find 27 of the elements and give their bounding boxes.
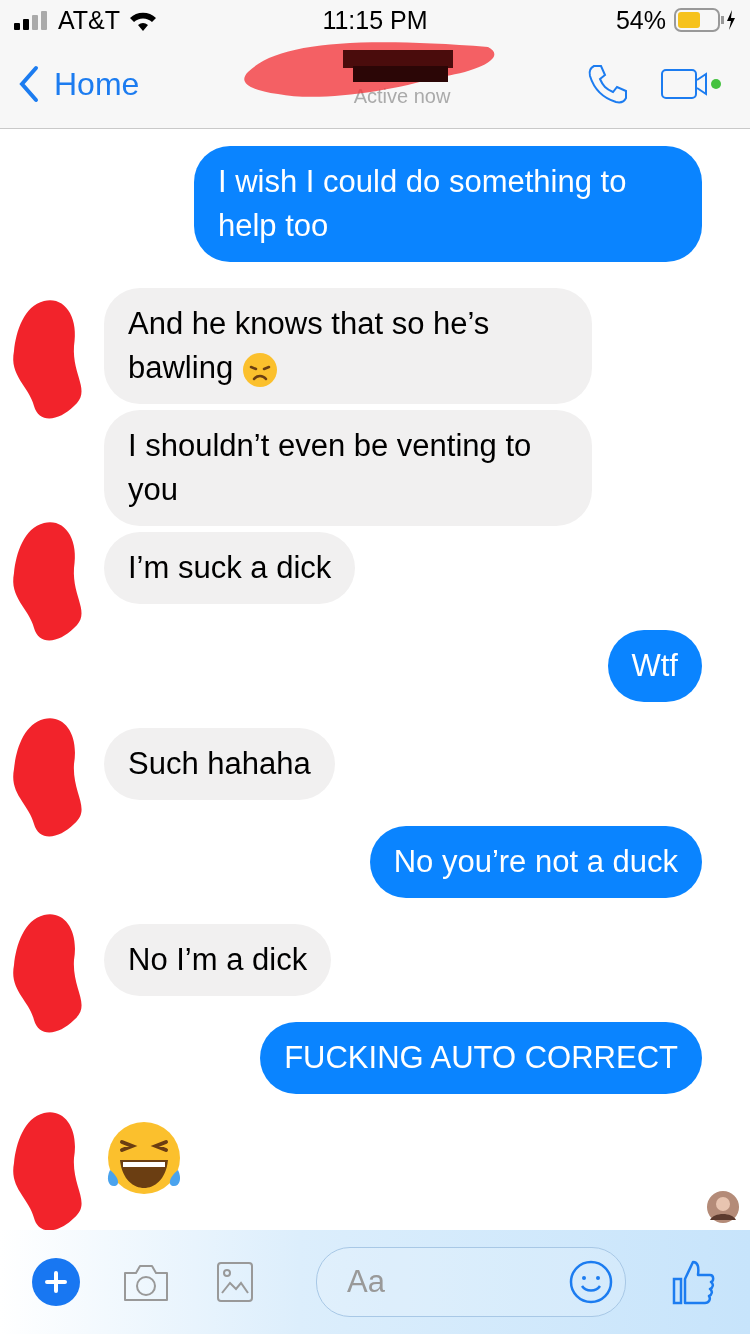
sad-face-icon: [241, 351, 278, 388]
sent-message: Wtf: [607, 630, 702, 702]
back-button[interactable]: Home: [18, 64, 218, 104]
received-message: Such hahaha: [104, 728, 335, 800]
received-message: And he knows that so he’s bawling: [104, 288, 592, 404]
battery-percent: 54%: [615, 5, 666, 35]
chevron-left-icon: [18, 64, 40, 104]
received-message: No I’m a dick: [104, 924, 332, 996]
received-message: I shouldn’t even be venting to you: [104, 410, 592, 526]
thumbs-up-icon[interactable]: [672, 1259, 716, 1305]
sent-message: I wish I could do something to help too: [194, 146, 702, 262]
add-button[interactable]: [32, 1258, 80, 1306]
gallery-icon[interactable]: [216, 1261, 254, 1303]
battery-charging-icon: [674, 7, 736, 33]
signal-icon: [14, 10, 50, 30]
clock-time: 11:15 PM: [322, 5, 428, 35]
message-input[interactable]: Aa: [345, 1263, 569, 1301]
sent-message: No you’re not a duck: [369, 826, 702, 898]
sent-message: FUCKING AUTO CORRECT: [260, 1022, 702, 1094]
read-receipt-avatar: [706, 1190, 740, 1224]
received-message: I’m suck a dick: [104, 532, 356, 604]
carrier-name: AT&T: [58, 5, 121, 35]
phone-icon[interactable]: [586, 62, 630, 106]
emoji-icon[interactable]: [569, 1260, 613, 1304]
active-status: Active now: [353, 85, 451, 108]
plus-icon: [44, 1270, 68, 1294]
message-field[interactable]: Aa: [316, 1247, 626, 1317]
